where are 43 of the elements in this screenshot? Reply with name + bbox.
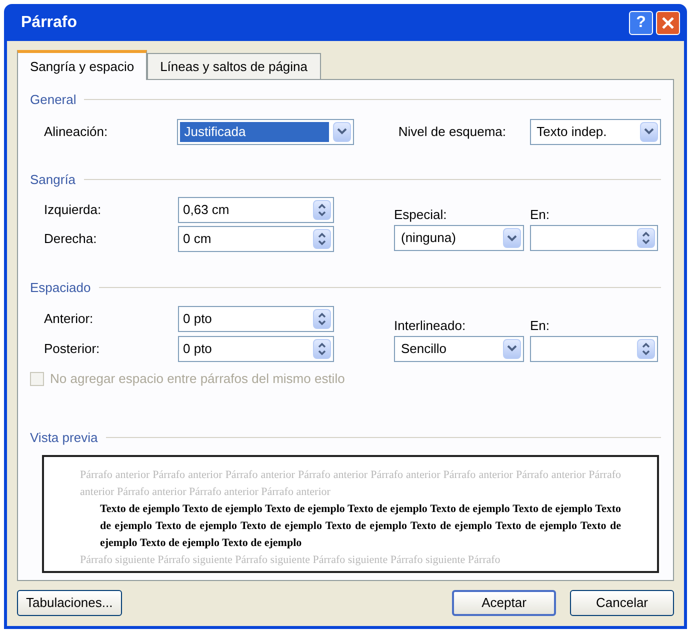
field-label: Nivel de esquema: — [398, 122, 508, 141]
next-paragraph-text: Párrafo siguiente Párrafo siguiente Párrafo siguiente Párrafo siguiente Párrafo siguiente Párrafo — [80, 553, 502, 568]
spinner-arrows-icon — [313, 308, 331, 328]
section-heading: General — [30, 91, 76, 109]
field-label: Anterior: — [44, 310, 94, 328]
field-label: Izquierda: — [44, 201, 102, 220]
spinner-arrows-icon — [637, 338, 655, 358]
window-title: Párrafo — [21, 12, 78, 32]
dialog-button[interactable]: Cancelar — [570, 590, 674, 616]
section-heading: Vista previa — [30, 428, 98, 447]
default-button[interactable]: Aceptar — [452, 590, 556, 616]
spinner-field[interactable]: 0 pto — [178, 306, 334, 332]
dropdown-field[interactable]: Sencillo — [394, 336, 524, 362]
spinner-field[interactable] — [530, 225, 658, 251]
spinner-arrows-icon — [313, 200, 331, 220]
section-heading: Sangría — [30, 170, 76, 189]
dropdown-field[interactable]: Texto indep. — [530, 118, 661, 144]
tab[interactable]: Líneas y saltos de página — [147, 53, 321, 79]
field-label: En: — [530, 206, 551, 224]
spinner-field[interactable]: 0 cm — [178, 226, 334, 252]
field-label: Posterior: — [44, 340, 101, 358]
field-label: Alineación: — [44, 122, 109, 141]
field-label: En: — [530, 316, 551, 334]
dropdown-field[interactable]: Justificada — [177, 118, 354, 144]
spinner-field[interactable]: 0,63 cm — [178, 197, 334, 223]
sample-paragraph-text: Texto de ejemplo Texto de ejemplo Texto de ejemplo Texto de ejemplo Texto de ejemplo Texto de ejemplo Texto de ejemplo Texto de ejemplo Texto de ejemplo Texto de ejemplo Texto de ejemplo Texto de ejemplo Texto de ejemplo Texto de ejemplo Texto de ejemplo — [99, 502, 621, 551]
checkbox-label: No agregar espacio entre párrafos del mismo estilo — [50, 370, 345, 388]
previous-paragraph-text: Párrafo anterior Párrafo anterior Párrafo anterior Párrafo anterior Párrafo anterior Párrafo anterior Párrafo anterior Párrafo anterior Párrafo anterior Párrafo anterior Párrafo anterior — [80, 468, 621, 500]
close-button[interactable] — [656, 10, 680, 34]
tab[interactable]: Sangría y espacio — [17, 50, 148, 80]
dialog-button[interactable]: Tabulaciones... — [17, 590, 122, 616]
spinner-arrows-icon — [313, 338, 331, 358]
field-label: Interlineado: — [394, 316, 467, 334]
help-button[interactable]: ? — [629, 10, 653, 34]
close-icon — [662, 16, 674, 28]
field-label: Derecha: — [44, 230, 98, 248]
spinner-arrows-icon — [637, 228, 655, 248]
field-label: Especial: — [394, 206, 448, 224]
section-heading: Espaciado — [30, 279, 91, 297]
spinner-field[interactable] — [530, 336, 658, 362]
dropdown-field[interactable]: (ninguna) — [394, 225, 524, 251]
spinner-field[interactable]: 0 pto — [178, 336, 334, 362]
spinner-arrows-icon — [313, 229, 331, 249]
